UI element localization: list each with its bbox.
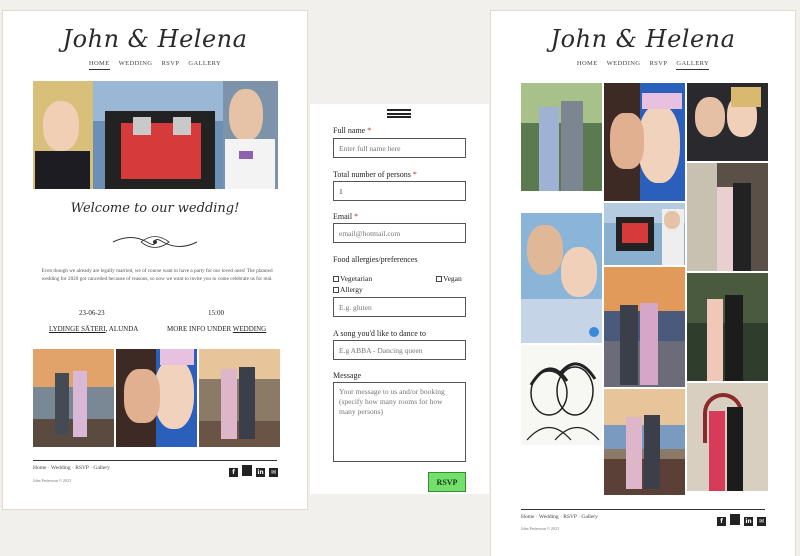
facebook-icon[interactable]: f — [229, 468, 238, 477]
instagram-icon[interactable] — [242, 465, 252, 476]
rsvp-page: Full name * Total number of persons * Em… — [310, 104, 489, 494]
allergy-checkbox[interactable]: Allergy — [333, 285, 363, 294]
full-name-input[interactable] — [333, 138, 466, 158]
gallery-photo-4[interactable] — [521, 213, 602, 343]
nav-gallery[interactable]: GALLERY — [188, 60, 221, 70]
vegetarian-text: Vegetarian — [340, 274, 373, 283]
photo-sunset-couple[interactable] — [33, 349, 114, 447]
photo-evening-couple[interactable] — [199, 349, 280, 447]
ornament-divider-icon — [112, 236, 198, 248]
gallery-page: John & Helena HOME WEDDING RSVP GALLERY — [490, 10, 796, 556]
email-icon[interactable]: ✉ — [269, 468, 278, 477]
footer-copyright: John Pettersson © 2023 — [33, 478, 72, 483]
main-nav: HOME WEDDING RSVP GALLERY — [491, 60, 795, 70]
nav-home[interactable]: HOME — [577, 60, 598, 70]
gallery-photo-3[interactable] — [687, 83, 768, 161]
photo-kiss-closeup[interactable] — [116, 349, 197, 447]
gallery-photo-6[interactable] — [687, 163, 768, 271]
more-info: MORE INFO UNDER WEDDING — [167, 325, 266, 333]
welcome-heading: Welcome to our wedding! — [70, 201, 240, 216]
vegan-text: Vegan — [443, 274, 462, 283]
footer-links[interactable]: Home · Wedding · RSVP · Gallery — [521, 514, 598, 520]
required-mark: * — [367, 126, 372, 135]
gallery-photo-9[interactable] — [687, 273, 768, 381]
full-name-label: Full name * — [333, 126, 371, 135]
venue-city: , ALUNDA — [105, 325, 139, 333]
linkedin-icon[interactable]: in — [256, 468, 265, 477]
hero-photo — [33, 81, 278, 189]
caricature-drawing — [526, 362, 600, 441]
gallery-photo-7[interactable] — [521, 345, 602, 445]
facebook-icon[interactable]: f — [717, 517, 726, 526]
event-time: 15:00 — [208, 309, 224, 317]
full-name-label-text: Full name — [333, 126, 366, 135]
persons-label: Total number of persons * — [333, 170, 417, 179]
footer-divider — [33, 460, 277, 461]
checkbox-icon — [436, 275, 442, 282]
home-page: John & Helena HOME WEDDING RSVP GALLERY … — [2, 10, 308, 510]
nav-wedding[interactable]: WEDDING — [607, 60, 641, 70]
message-label: Message — [333, 371, 361, 380]
nav-home[interactable]: HOME — [88, 60, 110, 70]
gallery-photo-2[interactable] — [604, 83, 685, 201]
nav-wedding[interactable]: WEDDING — [119, 60, 153, 70]
required-mark: * — [354, 212, 359, 221]
event-venue: LYDINGE SÄTERI, ALUNDA — [49, 325, 138, 333]
song-input[interactable] — [333, 340, 466, 360]
gallery-photo-8[interactable] — [604, 267, 685, 387]
gallery-photo-11[interactable] — [687, 383, 768, 491]
nav-gallery[interactable]: GALLERY — [676, 60, 710, 70]
site-title[interactable]: John & Helena — [3, 25, 307, 53]
checkbox-icon — [333, 286, 339, 293]
venue-link[interactable]: LYDINGE SÄTERI — [49, 325, 106, 333]
footer-copyright: John Pettersson © 2023 — [521, 526, 560, 531]
required-mark: * — [412, 170, 417, 179]
persons-label-text: Total number of persons — [333, 170, 411, 179]
main-nav: HOME WEDDING RSVP GALLERY — [3, 60, 307, 70]
vegan-checkbox[interactable]: Vegan — [436, 274, 462, 283]
email-input[interactable] — [333, 223, 466, 243]
email-icon[interactable]: ✉ — [757, 517, 766, 526]
event-date: 23-06-23 — [79, 309, 105, 317]
gallery-photo-10[interactable] — [604, 389, 685, 495]
vegetarian-checkbox[interactable]: Vegetarian — [333, 274, 372, 283]
message-textarea[interactable] — [333, 382, 466, 462]
gallery-photo-5[interactable] — [604, 203, 685, 265]
nav-rsvp[interactable]: RSVP — [161, 60, 179, 70]
social-links: f in ✉ — [229, 465, 278, 477]
site-title[interactable]: John & Helena — [491, 25, 795, 53]
more-info-text: MORE INFO UNDER — [167, 325, 233, 333]
email-label-text: Email — [333, 212, 353, 221]
linkedin-icon[interactable]: in — [744, 517, 753, 526]
persons-input[interactable] — [333, 181, 466, 201]
food-label: Food allergies/preferences — [333, 255, 418, 264]
gallery-photo-1[interactable] — [521, 83, 602, 191]
footer-links[interactable]: Home · Wedding · RSVP · Gallery — [33, 465, 110, 471]
song-label: A song you'd like to dance to — [333, 329, 426, 338]
footer-divider — [521, 509, 765, 510]
menu-icon[interactable] — [387, 109, 411, 120]
allergy-input[interactable] — [333, 297, 466, 317]
wedding-link[interactable]: WEDDING — [233, 325, 266, 333]
instagram-icon[interactable] — [730, 514, 740, 525]
allergy-text: Allergy — [340, 285, 363, 294]
intro-paragraph: Even though we already are legally marri… — [41, 268, 273, 282]
email-label: Email * — [333, 212, 358, 221]
rsvp-submit-button[interactable]: RSVP — [428, 472, 466, 492]
checkbox-icon — [333, 275, 339, 282]
nav-rsvp[interactable]: RSVP — [649, 60, 667, 70]
social-links: f in ✉ — [717, 514, 766, 526]
